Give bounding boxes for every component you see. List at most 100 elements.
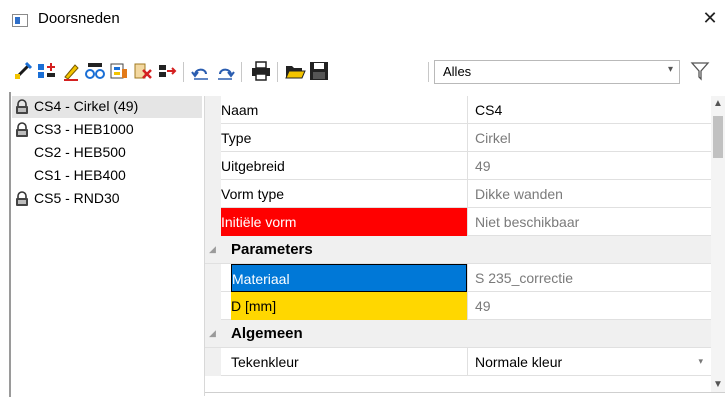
grid-bottom-border [205,392,725,393]
property-row-vorm-type[interactable]: Vorm type Dikke wanden [205,180,711,208]
category-parameters[interactable]: ◢ Parameters [205,236,711,264]
property-row-type[interactable]: Type Cirkel [205,124,711,152]
column-divider [467,208,468,236]
row-gutter [205,292,221,320]
new-icon[interactable] [12,60,34,82]
cross-section-list: CS4 - Cirkel (49) CS3 - HEB1000 CS2 - HE… [12,96,202,396]
title-bar: Doorsneden ✕ [0,0,725,42]
collapse-icon[interactable]: ◢ [209,328,216,339]
print-icon[interactable] [250,60,272,82]
column-divider [467,292,468,320]
delete-icon[interactable] [132,60,154,82]
scroll-up-icon[interactable]: ▲ [713,98,723,109]
property-value[interactable]: S 235_correctie [475,270,573,286]
chevron-down-icon: ▾ [667,64,673,75]
row-gutter [205,180,221,208]
property-value: Cirkel [475,130,511,146]
toolbar-separator [183,62,184,82]
property-value[interactable]: 49 [475,298,491,314]
close-button[interactable]: ✕ [695,4,725,34]
row-gutter [205,348,221,376]
insert-icon[interactable] [36,60,58,82]
property-name-text: Vorm type [221,186,285,202]
property-name: Uitgebreid [221,152,467,180]
toolbar-separator [241,62,242,82]
row-gutter [205,124,221,152]
list-item-label: CS3 - HEB1000 [34,121,134,137]
property-name-text: Naam [221,102,259,118]
category-label: Algemeen [231,325,303,342]
scroll-thumb[interactable] [713,116,723,158]
toolbar-separator [428,62,429,82]
property-name: D [mm] [231,292,467,320]
list-item-label: CS2 - HEB500 [34,144,126,160]
filter-icon[interactable] [690,60,710,82]
property-value: Niet beschikbaar [475,214,580,230]
open-icon[interactable] [284,60,306,82]
property-row-initiele-vorm[interactable]: Initiële vorm Niet beschikbaar [205,208,711,236]
undo-icon[interactable] [190,60,212,82]
list-item[interactable]: CS4 - Cirkel (49) [12,96,202,118]
property-name-text: Initiële vorm [221,214,297,230]
property-grid: Naam CS4 Type Cirkel Uitgebreid 49 Vorm … [205,96,711,392]
collapse-icon[interactable]: ◢ [209,244,216,255]
chevron-down-icon[interactable]: ▾ [698,356,703,367]
lock-icon [14,122,30,138]
property-name-text: Type [221,130,252,146]
property-row-naam[interactable]: Naam CS4 [205,96,711,124]
pane-border [9,92,11,397]
redo-icon[interactable] [214,60,236,82]
edit-icon[interactable] [60,60,82,82]
property-name-text: Tekenkleur [231,354,299,370]
lock-icon [14,99,30,115]
column-divider [467,264,468,292]
category-algemeen[interactable]: ◢ Algemeen [205,320,711,348]
property-name-text: Uitgebreid [221,158,285,174]
list-item[interactable]: CS2 - HEB500 [12,142,202,164]
property-name: Tekenkleur [231,348,467,376]
import-icon[interactable] [156,60,178,82]
column-divider [467,348,468,376]
column-divider [467,152,468,180]
property-name: Naam [221,96,467,124]
list-item[interactable]: CS1 - HEB400 [12,165,202,187]
filter-value: Alles [443,64,472,79]
list-item-label: CS1 - HEB400 [34,167,126,183]
vertical-scrollbar[interactable]: ▲ ▼ [711,96,725,392]
save-icon[interactable] [308,60,330,82]
column-divider [467,124,468,152]
property-name: Vorm type [221,180,467,208]
library-icon[interactable] [108,60,130,82]
property-name: Type [221,124,467,152]
property-value: 49 [475,158,491,174]
lock-icon [14,191,30,207]
list-item-label: CS4 - Cirkel (49) [34,98,139,114]
column-divider [467,96,468,124]
list-item-label: CS5 - RND30 [34,190,120,206]
list-item[interactable]: CS5 - RND30 [12,188,202,210]
window-title: Doorsneden [38,10,120,27]
row-gutter [205,264,221,292]
scroll-down-icon[interactable]: ▼ [713,379,723,390]
category-label: Parameters [231,241,313,258]
property-name-text: Materiaal [232,271,290,287]
property-row-diameter[interactable]: D [mm] 49 [205,292,711,320]
property-value: Dikke wanden [475,186,563,202]
property-row-uitgebreid[interactable]: Uitgebreid 49 [205,152,711,180]
toolbar-separator [277,62,278,82]
property-name: Initiële vorm [221,208,467,236]
property-value[interactable]: CS4 [475,102,502,118]
property-row-materiaal[interactable]: Materiaal S 235_correctie [205,264,711,292]
list-item[interactable]: CS3 - HEB1000 [12,119,202,141]
window-icon [12,14,28,27]
row-gutter [205,208,221,236]
property-name-text: D [mm] [231,298,277,314]
row-gutter [205,152,221,180]
property-value[interactable]: Normale kleur [475,354,562,370]
filter-dropdown[interactable]: Alles ▾ [434,60,680,84]
property-row-tekenkleur[interactable]: Tekenkleur Normale kleur ▾ [205,348,711,376]
column-divider [467,180,468,208]
property-name: Materiaal [231,264,467,292]
row-gutter [205,96,221,124]
copy-icon[interactable] [84,60,106,82]
